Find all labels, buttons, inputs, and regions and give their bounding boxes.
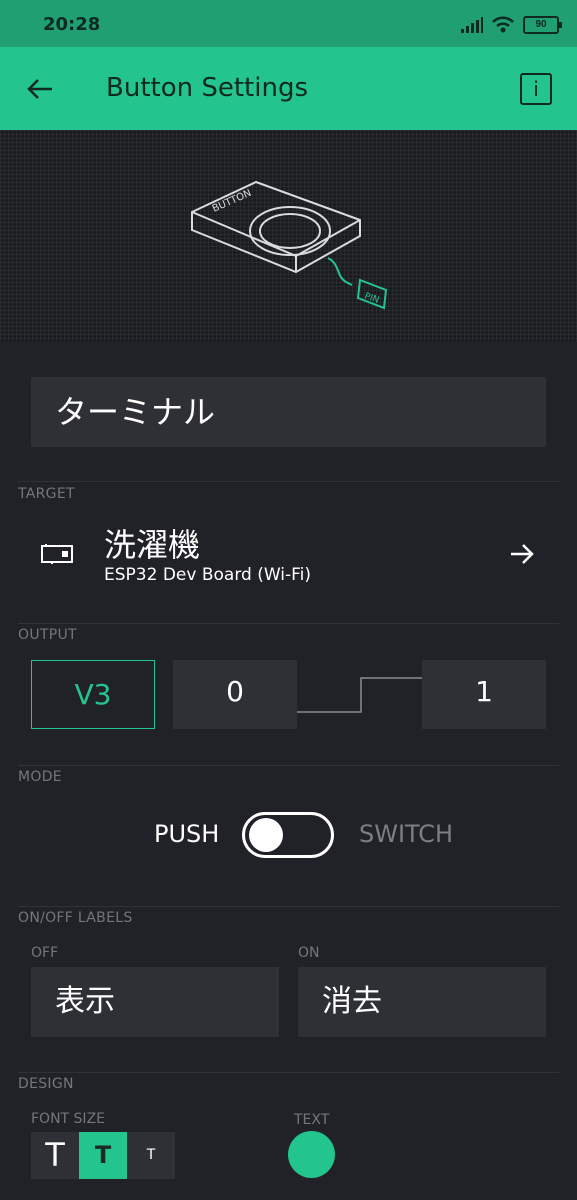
status-time: 20:28 <box>43 14 101 35</box>
target-board-name: ESP32 Dev Board (Wi-Fi) <box>104 565 312 585</box>
target-section-label: TARGET <box>18 486 75 502</box>
off-label: OFF <box>31 945 59 961</box>
design-section-label: DESIGN <box>18 1076 74 1092</box>
signal-icon <box>461 17 483 33</box>
widget-name-field[interactable]: ターミナル <box>31 377 546 447</box>
font-size-medium-button[interactable]: T <box>79 1132 127 1179</box>
status-icons: 90 <box>461 14 562 36</box>
divider <box>18 623 559 624</box>
labels-section-label: ON/OFF LABELS <box>18 910 133 926</box>
battery-icon: 90 <box>523 16 562 34</box>
mode-switch-label[interactable]: SWITCH <box>359 820 453 848</box>
illustration-pin-text: PIN <box>363 291 380 305</box>
range-step-icon <box>297 677 422 713</box>
off-label-field[interactable]: 表示 <box>31 967 279 1037</box>
device-icon <box>41 544 73 564</box>
divider <box>18 481 559 482</box>
font-size-large-button[interactable]: T <box>31 1132 79 1179</box>
output-section-label: OUTPUT <box>18 627 77 643</box>
page-title: Button Settings <box>106 73 308 103</box>
text-color-label: TEXT <box>294 1112 330 1128</box>
mode-push-label[interactable]: PUSH <box>154 820 219 848</box>
output-min-field[interactable]: 0 <box>173 660 297 729</box>
target-selector[interactable]: 洗濯機 ESP32 Dev Board (Wi-Fi) <box>0 510 577 605</box>
on-label: ON <box>298 945 320 961</box>
font-size-label: FONT SIZE <box>31 1111 105 1127</box>
status-bar: 20:28 90 <box>0 0 577 47</box>
app-bar: Button Settings i <box>0 47 577 130</box>
divider <box>18 906 559 907</box>
mode-section-label: MODE <box>18 769 62 785</box>
back-arrow-icon[interactable] <box>26 75 54 103</box>
illustration-button-text: BUTTON <box>211 188 253 215</box>
output-max-field[interactable]: 1 <box>422 660 546 729</box>
on-label-field[interactable]: 消去 <box>298 967 546 1037</box>
target-device-name: 洗濯機 <box>104 526 201 564</box>
font-size-small-button[interactable]: T <box>127 1132 175 1179</box>
text-color-picker[interactable] <box>288 1131 335 1178</box>
button-illustration-icon: BUTTON PIN <box>191 180 388 310</box>
wifi-icon <box>492 16 514 33</box>
toggle-knob <box>249 818 283 852</box>
info-button[interactable]: i <box>520 73 552 105</box>
font-size-selector: T T T <box>31 1132 175 1179</box>
mode-toggle[interactable] <box>242 812 334 858</box>
divider <box>18 765 559 766</box>
divider <box>18 1072 559 1073</box>
arrow-right-icon[interactable] <box>509 541 535 567</box>
pin-selector[interactable]: V3 <box>31 660 155 729</box>
widget-illustration: BUTTON PIN <box>0 130 577 342</box>
